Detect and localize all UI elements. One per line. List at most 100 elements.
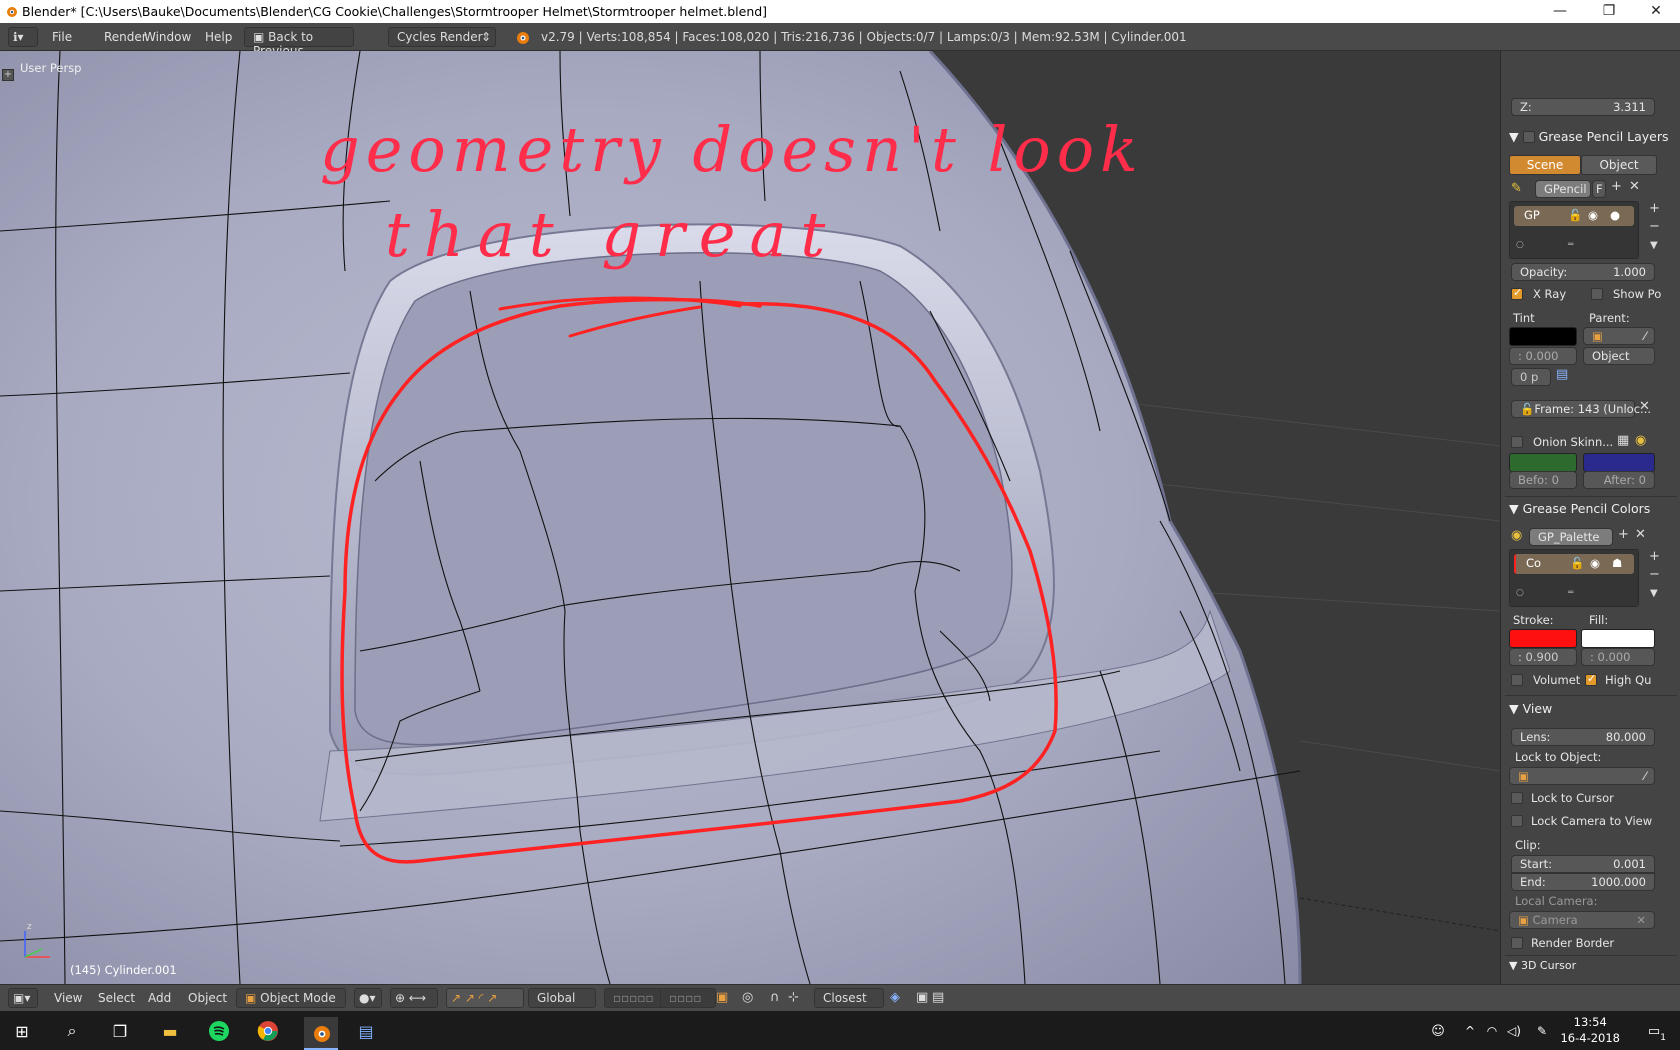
list-filter-icon[interactable]: ○ — [1516, 240, 1524, 250]
snap-align-icon[interactable]: ◈ — [890, 990, 900, 1005]
palette-datablock[interactable]: GP_Palette — [1529, 528, 1613, 546]
lens-field[interactable]: Lens: 80.000 — [1511, 728, 1655, 746]
onion-icon[interactable]: ● — [1610, 208, 1620, 222]
shading-select[interactable]: ●▾ — [354, 988, 382, 1008]
color-specials-icon[interactable]: ▼ — [1650, 588, 1658, 599]
lock-layers-icon[interactable]: ▣ — [716, 990, 728, 1005]
spotify-icon[interactable] — [205, 1017, 233, 1045]
unlink-datablock-icon[interactable]: ✕ — [1629, 179, 1640, 194]
opacity-slider[interactable]: Opacity: 1.000 — [1511, 263, 1655, 281]
pivot-manipulator-group[interactable]: ⊕ ⟷ — [390, 988, 438, 1008]
blender-taskbar-icon[interactable] — [304, 1017, 338, 1050]
back-to-previous-button[interactable]: ▣ Back to Previous — [244, 27, 354, 58]
tint-factor-field[interactable]: : 0.000 — [1509, 347, 1577, 365]
eyedropper-icon[interactable]: ⁄ — [1644, 769, 1646, 783]
people-icon[interactable]: ☺ — [1424, 1017, 1452, 1045]
layers-grid-2[interactable]: ▫▫▫▫ — [660, 988, 716, 1008]
lock-object-field[interactable]: ▣ ⁄ — [1509, 767, 1655, 785]
clip-end-field[interactable]: End: 1000.000 — [1511, 873, 1655, 891]
gp-color-list[interactable]: Co 🔓 ◉ ☗ ○ ═ — [1509, 549, 1639, 607]
onion-skinning-checkbox[interactable] — [1511, 436, 1523, 448]
3d-viewport[interactable]: geometry doesn't look that great z + Use… — [0, 51, 1500, 984]
gp-tab-object[interactable]: Object — [1581, 155, 1657, 175]
menu-add[interactable]: Add — [148, 991, 171, 1005]
proportional-edit-icon[interactable]: ◎ — [742, 990, 753, 1005]
render-preview-icon[interactable]: ▣ — [916, 990, 928, 1005]
frame-lock-field[interactable]: 🔓Frame: 143 (Unloc... — [1511, 400, 1651, 418]
tint-color-swatch[interactable] — [1509, 327, 1577, 346]
3d-cursor-panel-header[interactable]: ▼ 3D Cursor — [1509, 959, 1576, 972]
clip-start-field[interactable]: Start: 0.001 — [1511, 855, 1655, 873]
view-toggle-plus-icon[interactable]: + — [2, 69, 14, 81]
volumetric-checkbox[interactable] — [1511, 674, 1523, 686]
eye-icon[interactable]: ◉ — [1590, 556, 1600, 570]
search-icon[interactable]: ⌕ — [58, 1017, 86, 1045]
ghost-icon[interactable]: ☗ — [1612, 556, 1622, 570]
add-palette-icon[interactable]: + — [1618, 527, 1629, 542]
clear-camera-icon[interactable]: ✕ — [1636, 913, 1646, 927]
lock-icon[interactable]: 🔓 — [1570, 556, 1584, 570]
gp-colors-panel-header[interactable]: ▼ Grease Pencil Colors — [1509, 501, 1650, 516]
onion-after-field[interactable]: After: 0 — [1583, 471, 1655, 489]
menu-help[interactable]: Help — [205, 30, 232, 44]
close-window-button[interactable]: ✕ — [1636, 2, 1676, 21]
add-color-icon[interactable]: + — [1649, 549, 1660, 564]
thickness-field[interactable]: 0 p — [1511, 368, 1551, 386]
render-border-checkbox[interactable] — [1511, 937, 1523, 949]
fake-user-button[interactable]: F — [1592, 180, 1606, 198]
snap-element-icon[interactable]: ⊹ — [788, 990, 799, 1005]
editor-type-selector[interactable]: ℹ▾ — [8, 27, 38, 47]
gp-layer-row[interactable]: GP 🔓 ◉ ● — [1514, 206, 1634, 226]
editor-type-selector[interactable]: ▣▾ — [8, 988, 38, 1008]
gpencil-datablock[interactable]: GPencil — [1535, 180, 1591, 198]
interaction-mode-select[interactable]: ▣ Object Mode — [236, 988, 346, 1008]
minimize-button[interactable]: — — [1540, 2, 1580, 21]
eyedropper-icon[interactable]: ⁄ — [1644, 329, 1646, 343]
delete-frame-icon[interactable]: ✕ — [1639, 399, 1650, 414]
manipulator-buttons[interactable]: ↗ ↗ ◜ ↗ — [446, 988, 524, 1008]
lock-cursor-checkbox[interactable] — [1511, 792, 1523, 804]
menu-window[interactable]: Window — [144, 30, 191, 44]
apply-thickness-icon[interactable]: ▤ — [1556, 367, 1568, 382]
remove-color-icon[interactable]: − — [1649, 567, 1660, 582]
maximize-button[interactable]: ❐ — [1589, 2, 1629, 21]
pen-icon[interactable]: ✎ — [1528, 1017, 1556, 1045]
stroke-color-swatch[interactable] — [1509, 629, 1577, 648]
list-resize-handle-icon[interactable]: ═ — [1568, 588, 1573, 598]
transform-orientation-select[interactable]: Global — [528, 988, 596, 1008]
z-location-field[interactable]: Z: 3.311 — [1511, 98, 1655, 116]
action-center-icon[interactable]: ▭ 1 — [1640, 1017, 1668, 1045]
layer-specials-icon[interactable]: ▼ — [1650, 240, 1658, 251]
lock-icon[interactable]: 🔓 — [1568, 208, 1582, 222]
snap-target-select[interactable]: Closest — [814, 988, 884, 1008]
remove-layer-icon[interactable]: − — [1649, 219, 1660, 234]
onion-before-field[interactable]: Befo: 0 — [1509, 471, 1577, 489]
gp-color-row[interactable]: Co 🔓 ◉ ☗ — [1514, 554, 1634, 574]
local-camera-field[interactable]: ▣ Camera ✕ — [1509, 911, 1655, 929]
menu-file[interactable]: File — [52, 30, 72, 44]
view-panel-header[interactable]: ▼ View — [1509, 701, 1552, 716]
gp-layer-list[interactable]: GP 🔓 ◉ ● ○ ═ — [1509, 201, 1639, 259]
onion-ghost-icon[interactable]: ▦ — [1617, 433, 1629, 448]
fill-color-swatch[interactable] — [1581, 629, 1655, 648]
gp-layers-panel-header[interactable]: ▼ Grease Pencil Layers — [1509, 129, 1669, 144]
eye-icon[interactable]: ◉ — [1588, 208, 1598, 222]
stroke-alpha-field[interactable]: : 0.900 — [1509, 648, 1577, 666]
onion-before-color-swatch[interactable] — [1509, 453, 1577, 472]
parent-type-select[interactable]: Object — [1583, 347, 1655, 365]
lock-camera-checkbox[interactable] — [1511, 815, 1523, 827]
list-resize-handle-icon[interactable]: ═ — [1568, 240, 1573, 250]
high-quality-checkbox[interactable] — [1585, 672, 1597, 686]
list-filter-icon[interactable]: ○ — [1516, 588, 1524, 598]
render-anim-icon[interactable]: ▤ — [932, 990, 944, 1005]
snap-toggle-icon[interactable]: ∩ — [770, 990, 780, 1005]
volume-icon[interactable]: ◁) — [1500, 1017, 1528, 1045]
fill-alpha-field[interactable]: : 0.000 — [1581, 648, 1655, 666]
show-points-checkbox[interactable] — [1591, 288, 1603, 300]
system-clock[interactable]: 13:54 16-4-2018 — [1560, 1014, 1620, 1046]
notepad-icon[interactable]: ▤ — [352, 1017, 380, 1045]
menu-select[interactable]: Select — [98, 991, 135, 1005]
file-explorer-icon[interactable]: ▬ — [156, 1017, 184, 1045]
gp-layers-enable-checkbox[interactable] — [1522, 131, 1535, 143]
render-engine-select[interactable]: Cycles Render ⇕ — [388, 27, 496, 47]
